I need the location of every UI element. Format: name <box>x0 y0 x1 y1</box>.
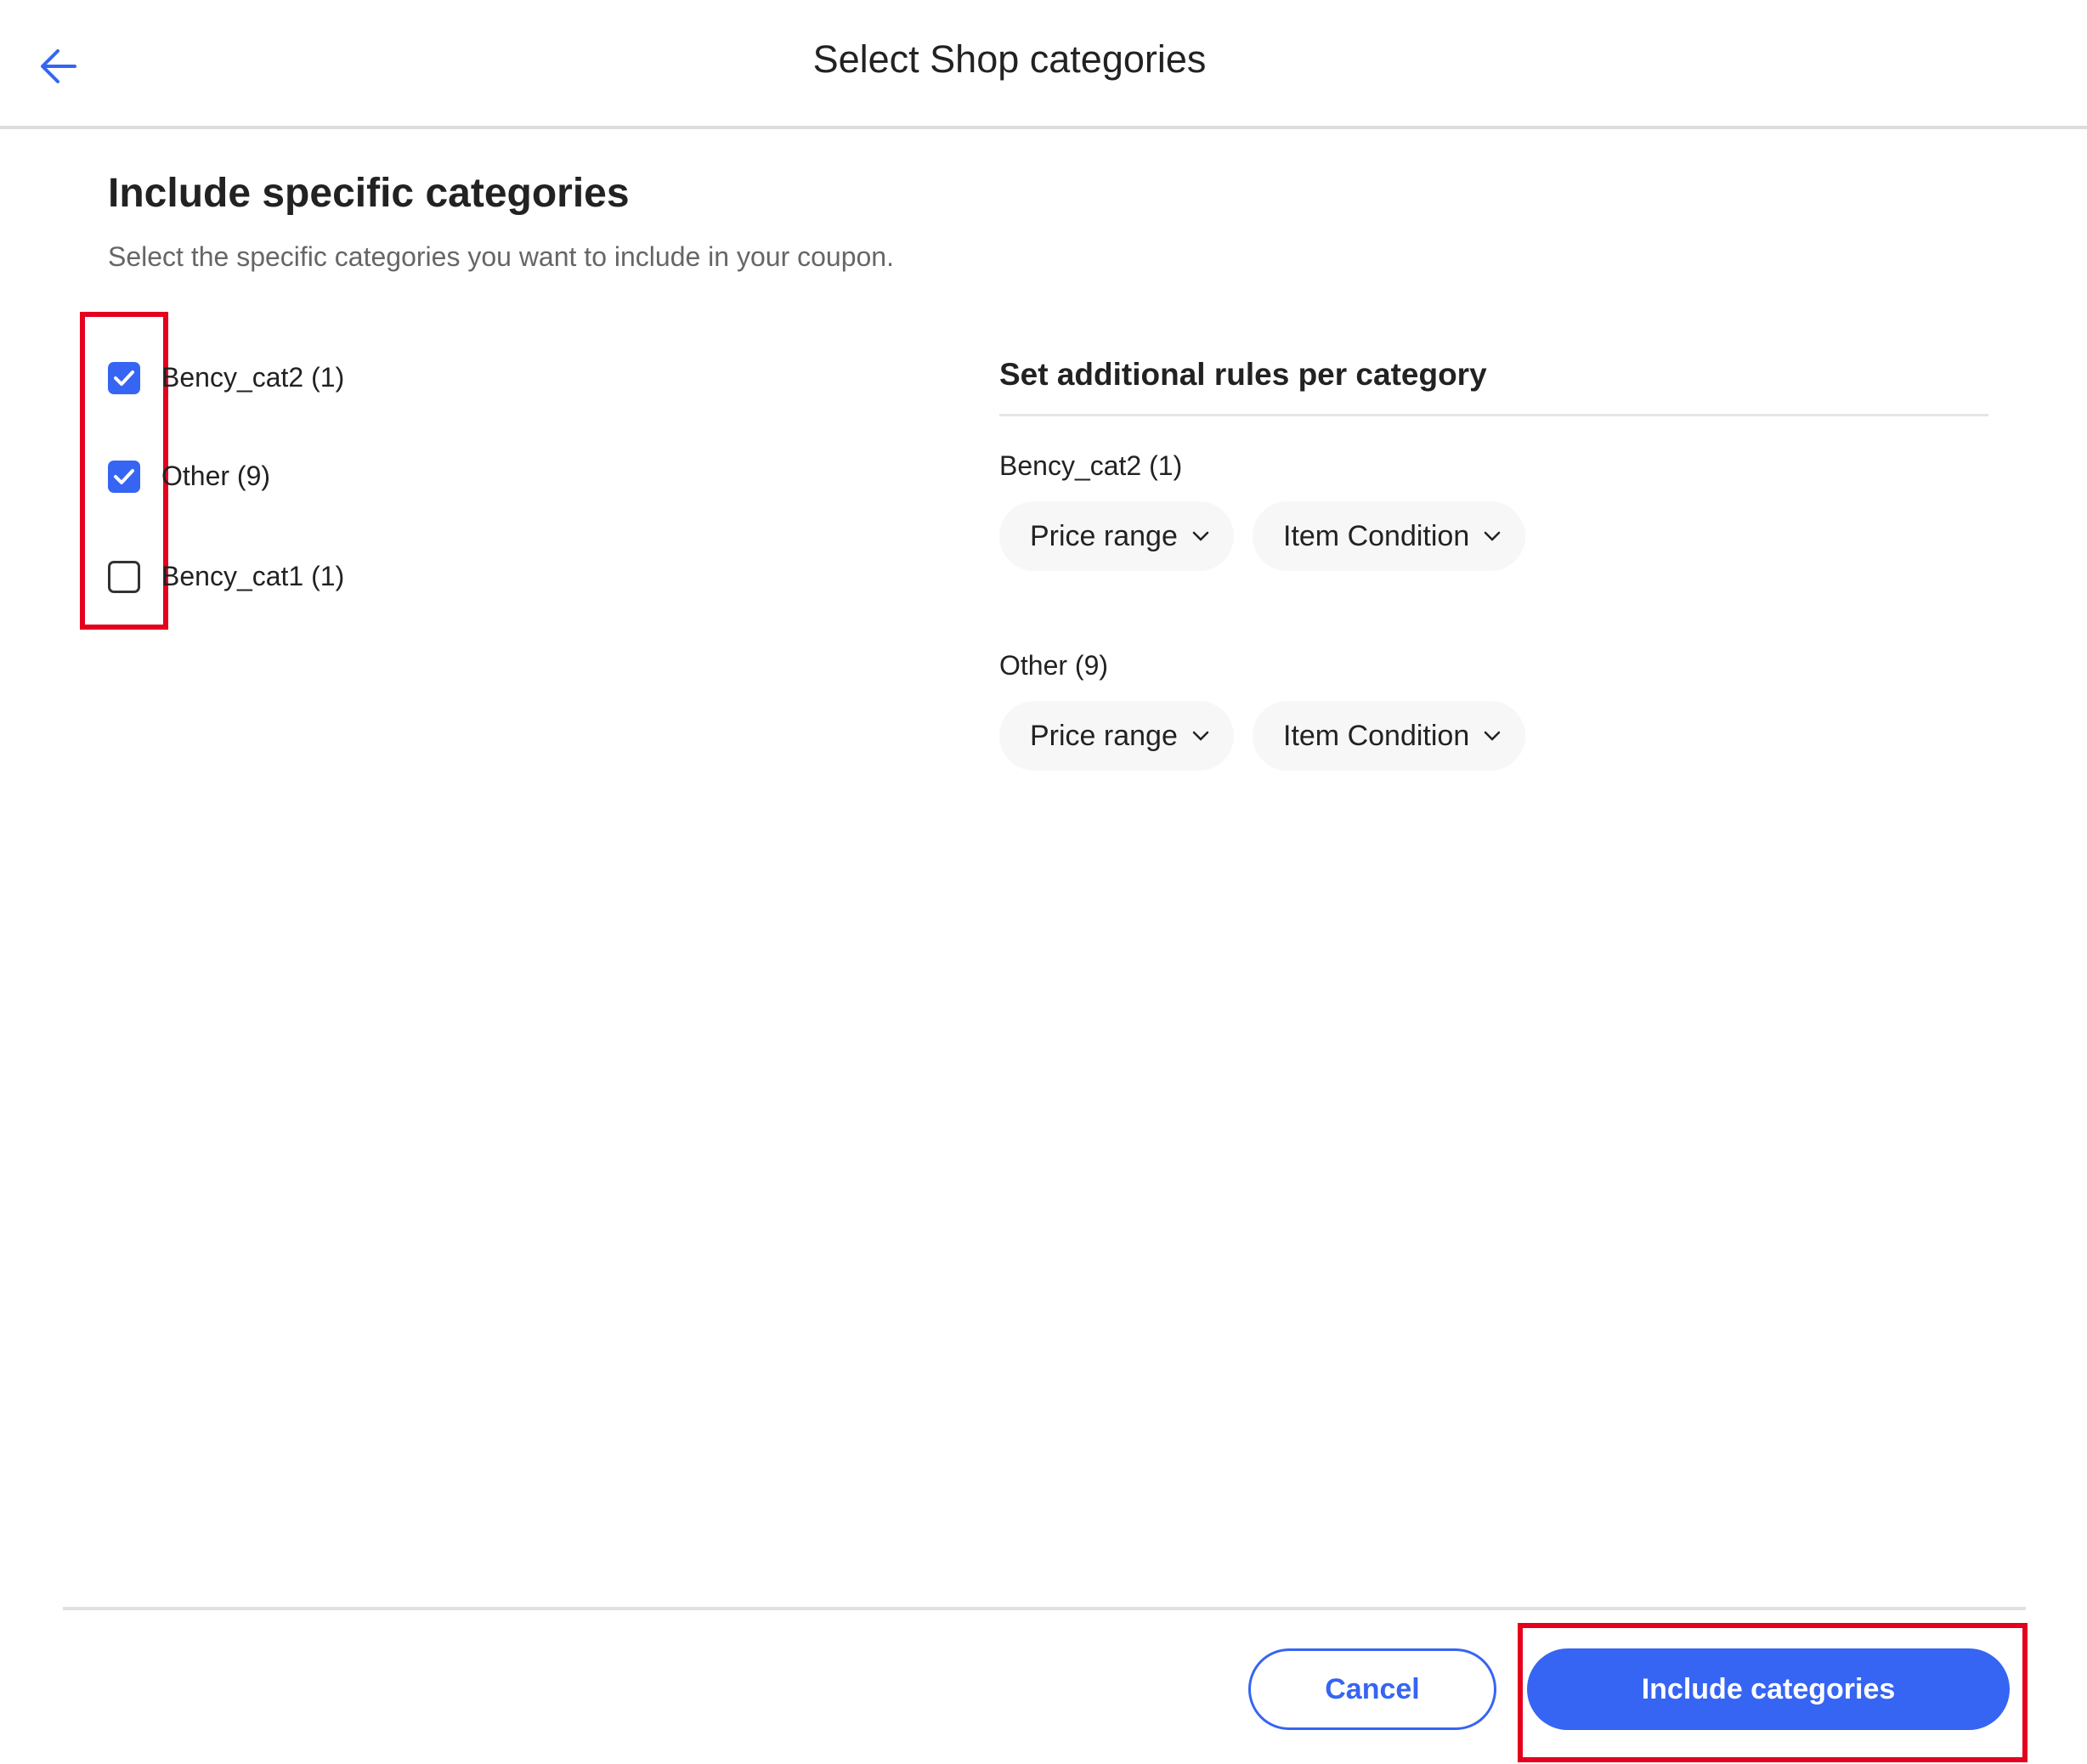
checkbox-bency-cat2[interactable] <box>108 362 140 394</box>
dropdown-label: Price range <box>1030 519 1178 552</box>
footer-divider <box>63 1607 2026 1610</box>
chevron-down-icon <box>1192 731 1209 741</box>
checkbox-bency-cat1[interactable] <box>108 561 140 593</box>
cancel-button[interactable]: Cancel <box>1248 1648 1496 1730</box>
header-divider <box>0 126 2087 129</box>
category-label: Bency_cat1 (1) <box>161 561 345 591</box>
item-condition-dropdown[interactable]: Item Condition <box>1253 501 1526 571</box>
checkmark-icon <box>114 469 134 484</box>
dropdown-label: Item Condition <box>1283 719 1470 752</box>
dropdown-label: Price range <box>1030 719 1178 752</box>
rule-group-name: Bency_cat2 (1) <box>999 450 1183 481</box>
chevron-down-icon <box>1484 731 1501 741</box>
rule-group-name: Other (9) <box>999 650 1109 681</box>
rules-divider <box>999 414 1988 416</box>
section-heading: Include specific categories <box>108 171 630 216</box>
rules-heading: Set additional rules per category <box>999 357 1487 392</box>
checkbox-other[interactable] <box>108 461 140 493</box>
chevron-down-icon <box>1192 531 1209 541</box>
chevron-down-icon <box>1484 531 1501 541</box>
item-condition-dropdown[interactable]: Item Condition <box>1253 701 1526 771</box>
checkmark-icon <box>114 370 134 386</box>
dropdown-label: Item Condition <box>1283 519 1470 552</box>
price-range-dropdown[interactable]: Price range <box>999 501 1234 571</box>
section-subtitle: Select the specific categories you want … <box>108 241 894 272</box>
page-title: Select Shop categories <box>812 37 1207 81</box>
highlight-box-include-button <box>1518 1623 2028 1762</box>
category-label: Bency_cat2 (1) <box>161 362 345 393</box>
category-label: Other (9) <box>161 461 271 491</box>
price-range-dropdown[interactable]: Price range <box>999 701 1234 771</box>
